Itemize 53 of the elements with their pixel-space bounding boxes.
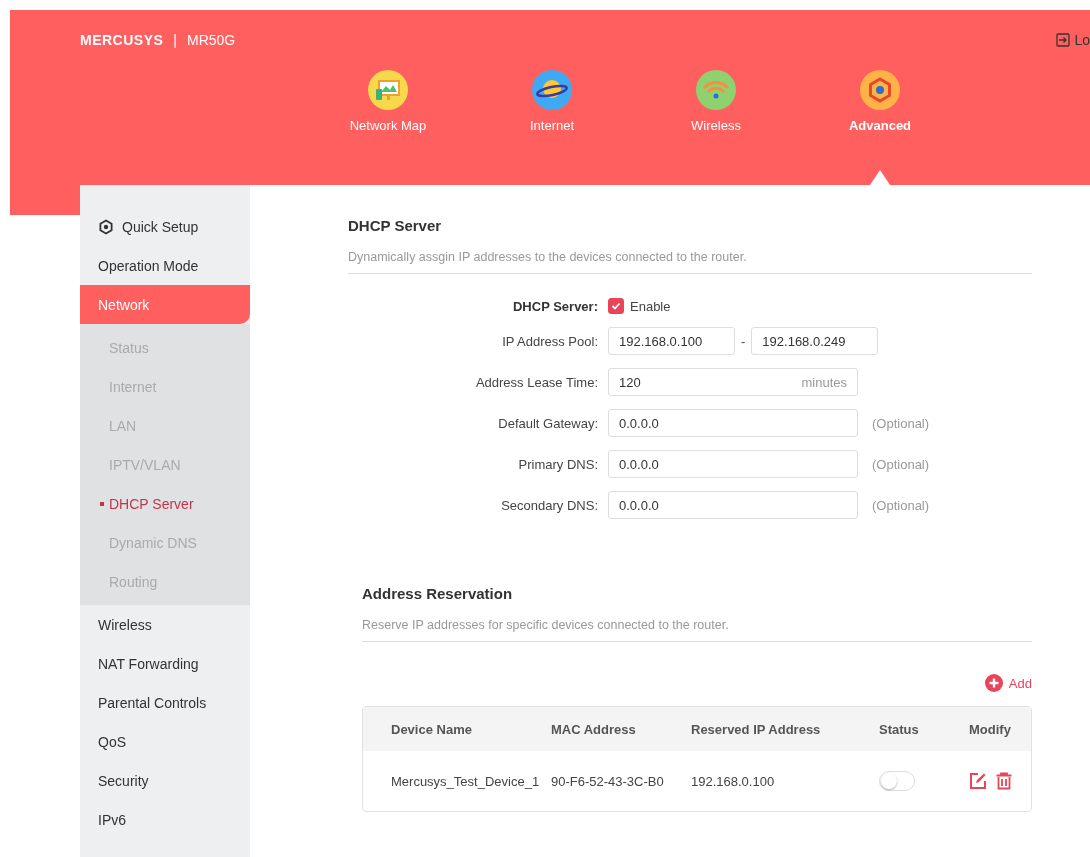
field-label: Address Lease Time: [474, 374, 598, 390]
column-header: MAC Address [541, 707, 681, 751]
start-ip-field[interactable]: 192.168.0.100 [608, 327, 735, 355]
brand-logo: MERCUSYS [80, 32, 164, 48]
check-icon [611, 301, 621, 311]
input-field[interactable]: 120 minutes [608, 368, 858, 396]
field-label: IP Address Pool: [501, 333, 598, 349]
field-label: Secondary DNS: [500, 497, 598, 513]
sidebar-item[interactable]: Wireless [80, 605, 250, 644]
logout-icon[interactable] [1056, 33, 1071, 47]
input-field[interactable]: 0.0.0.0 [608, 409, 858, 437]
header-divider: | [173, 32, 177, 48]
planet-icon[interactable] [532, 70, 572, 110]
trash-icon[interactable] [995, 772, 1013, 790]
column-header: Reserved IP Address [681, 707, 869, 751]
optional-note: (Optional) [872, 456, 930, 472]
monitor-icon[interactable] [368, 70, 408, 110]
checkbox[interactable] [608, 298, 624, 314]
section-title: Address Reservation [362, 585, 514, 602]
sidebar-item[interactable]: Quick Setup [80, 207, 250, 246]
logout-button[interactable]: Lo [1056, 32, 1090, 48]
gear-icon[interactable] [98, 218, 114, 235]
sidebar-item[interactable]: QoS [80, 722, 250, 761]
checkbox-label: Enable [630, 298, 671, 314]
section-description: Dynamically assgin IP addresses to the devices connected to the router. [348, 250, 1032, 274]
sidebar-item[interactable]: Security [80, 761, 250, 800]
end-ip-field[interactable]: 192.168.0.249 [751, 327, 879, 355]
plus-icon [984, 674, 1003, 692]
section-title: DHCP Server [348, 217, 443, 234]
input-field[interactable]: 0.0.0.0 [608, 491, 858, 519]
edit-icon[interactable] [969, 772, 987, 790]
sidebar-item[interactable]: NAT Forwarding [80, 644, 250, 683]
column-header: Device Name [363, 707, 541, 751]
optional-note: (Optional) [872, 497, 930, 513]
sidebar-item[interactable]: IPv6 [80, 800, 250, 839]
sidebar-subitem[interactable]: DHCP Server [80, 484, 250, 523]
section-description: Reserve IP addresses for specific devices connected to the router. [362, 618, 1032, 642]
optional-note: (Optional) [872, 415, 930, 431]
sidebar-item[interactable]: Operation Mode [80, 246, 250, 285]
add-button[interactable]: Add [984, 674, 1032, 692]
field-label: Primary DNS: [517, 456, 598, 472]
model-name: MR50G [187, 32, 236, 48]
field-label: DHCP Server: [511, 298, 598, 314]
table-cell-text: 192.168.0.100 [690, 772, 776, 791]
column-header: Modify [959, 707, 1031, 751]
table-cell-text: Mercusys_Test_Device_1 [390, 772, 541, 791]
range-separator: - [741, 333, 746, 349]
input-field[interactable]: 0.0.0.0 [608, 450, 858, 478]
table-cell-text: 90-F6-52-43-3C-B0 [550, 772, 665, 791]
sidebar-item[interactable]: Parental Controls [80, 683, 250, 722]
column-header: Status [869, 707, 959, 751]
status-toggle[interactable] [879, 771, 915, 791]
field-label: Default Gateway: [497, 415, 598, 431]
